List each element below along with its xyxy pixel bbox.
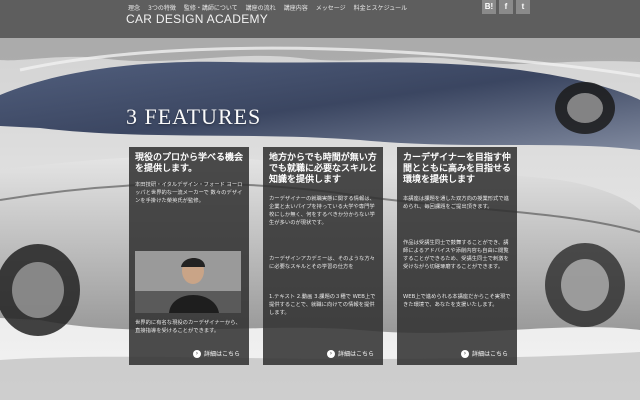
nav-item-instructors[interactable]: 監修・講師について [184, 3, 238, 12]
details-link[interactable]: › 詳細はこちら [193, 349, 240, 358]
feature-card-text-3: WEB上で進められる本講座だからこそ実現できた環境で、あなたを支援いたします。 [403, 294, 511, 308]
social-buttons: B! f t [482, 0, 530, 14]
nav-item-philosophy[interactable]: 理念 [128, 3, 140, 12]
feature-card-1: 現役のプロから学べる機会を提供します。 本田技研・イタルデザイン・フォード ヨー… [129, 147, 249, 365]
nav-item-message[interactable]: メッセージ [316, 3, 346, 12]
feature-card-text-3: 1.テキスト 2.動画 3.課題の３種で WEB上で提供することで、就職に向けて… [269, 294, 376, 316]
details-link-label: 詳細はこちら [204, 351, 241, 358]
feature-card-text-2: カーデザインアカデミーは、そのような方々に必要なスキルとその学習の仕方を [269, 256, 375, 270]
main-nav: 理念 3つの特徴 監修・講師について 講座の流れ 講座内容 メッセージ 料金とス… [128, 3, 407, 12]
twitter-icon[interactable]: t [516, 0, 530, 14]
facebook-icon[interactable]: f [499, 0, 513, 14]
hatena-bookmark-icon[interactable]: B! [482, 0, 496, 14]
arrow-right-icon: › [327, 349, 335, 358]
features-cards: 現役のプロから学べる機会を提供します。 本田技研・イタルデザイン・フォード ヨー… [129, 147, 517, 365]
details-link-label: 詳細はこちら [472, 351, 509, 358]
details-link[interactable]: › 詳細はこちら [327, 349, 374, 358]
feature-card-title: 現役のプロから学べる機会を提供します。 [135, 153, 244, 174]
feature-card-title: 地方からでも時間が無い方でも就職に必要なスキルと知識を提供します [269, 153, 378, 185]
arrow-right-icon: › [461, 349, 469, 358]
details-link-label: 詳細はこちら [338, 351, 375, 358]
feature-card-3: カーデザイナーを目指す仲間とともに高みを目指せる環境を提供します 本講座は課題を… [397, 147, 517, 365]
instructor-photo [135, 251, 241, 313]
feature-card-text-2: 世界的に有名な現役のカーデザイナーから、直接指導を受けることができます。 [135, 320, 241, 334]
top-bar: 理念 3つの特徴 監修・講師について 講座の流れ 講座内容 メッセージ 料金とス… [0, 0, 640, 38]
feature-card-text-2: 作品は受講生同士で鼓舞することができ、講師によるアドバイスや添削内容も自由に閲覧… [403, 240, 509, 270]
nav-item-features[interactable]: 3つの特徴 [148, 3, 176, 12]
details-link[interactable]: › 詳細はこちら [461, 349, 508, 358]
arrow-right-icon: › [193, 349, 201, 358]
site-logo[interactable]: CAR DESIGN ACADEMY [126, 12, 268, 26]
nav-item-course-content[interactable]: 講座内容 [284, 3, 308, 12]
nav-item-pricing[interactable]: 料金とスケジュール [354, 3, 408, 12]
nav-item-course-flow[interactable]: 講座の流れ [246, 3, 276, 12]
feature-card-text: 本講座は課題を通した双方向の授業形式で進められ、毎回課題をご提出頂きます。 [403, 196, 509, 210]
feature-card-2: 地方からでも時間が無い方でも就職に必要なスキルと知識を提供します カーデザイナー… [263, 147, 383, 365]
section-title: 3 FEATURES [126, 104, 262, 129]
feature-card-text: カーデザイナーの就職実態に関する情報は、企業と太いパイプを持っている大学や専門学… [269, 196, 375, 226]
feature-card-title: カーデザイナーを目指す仲間とともに高みを目指せる環境を提供します [403, 153, 512, 185]
feature-card-text: 本田技研・イタルデザイン・フォード ヨーロッパと世界的な一流メーカーで 数々のデ… [135, 182, 243, 204]
